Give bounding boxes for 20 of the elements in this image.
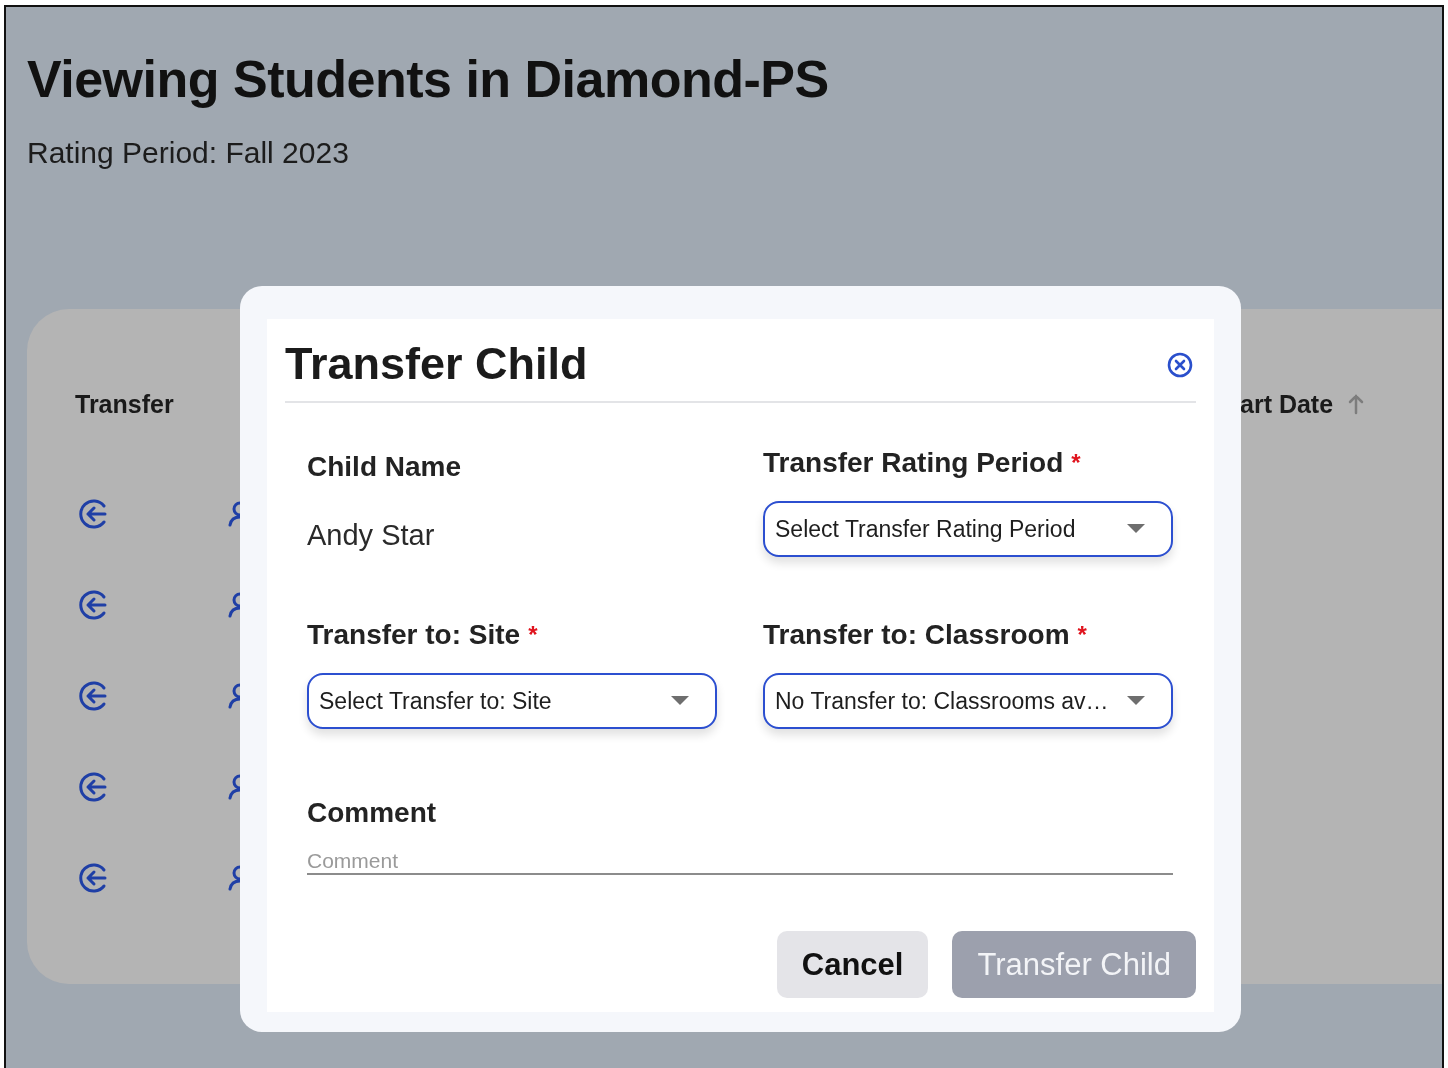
caret-icon[interactable] xyxy=(1127,696,1145,706)
dropdown-field[interactable]: No Transfer to: Classrooms av… xyxy=(763,673,1173,729)
cancel-button[interactable]: Cancel xyxy=(776,931,929,998)
rating-period-text: Rating Period: Fall 2023 xyxy=(27,135,350,171)
field-label: Comment xyxy=(307,796,438,830)
caret-icon[interactable] xyxy=(671,696,689,706)
field-label: Transfer to: Site * xyxy=(307,618,539,652)
field-label: Child Name xyxy=(307,450,463,484)
comment-field[interactable]: Comment xyxy=(307,849,1173,875)
caret-icon[interactable] xyxy=(1127,524,1145,534)
column-header[interactable]: art Date xyxy=(1240,389,1334,419)
field-label: Transfer Rating Period * xyxy=(763,446,1082,480)
column-header[interactable]: Transfer xyxy=(75,389,174,419)
dropdown-field[interactable]: Select Transfer to: Site xyxy=(307,673,717,729)
field-label: Transfer to: Classroom * xyxy=(763,618,1088,652)
child-name-text: Andy Star xyxy=(307,518,436,553)
dropdown-field[interactable]: Select Transfer Rating Period xyxy=(763,501,1173,557)
close-icon[interactable] xyxy=(1166,351,1194,379)
page-title: Viewing Students in Diamond-PS xyxy=(26,49,830,109)
dialog-title: Transfer Child xyxy=(285,337,588,391)
